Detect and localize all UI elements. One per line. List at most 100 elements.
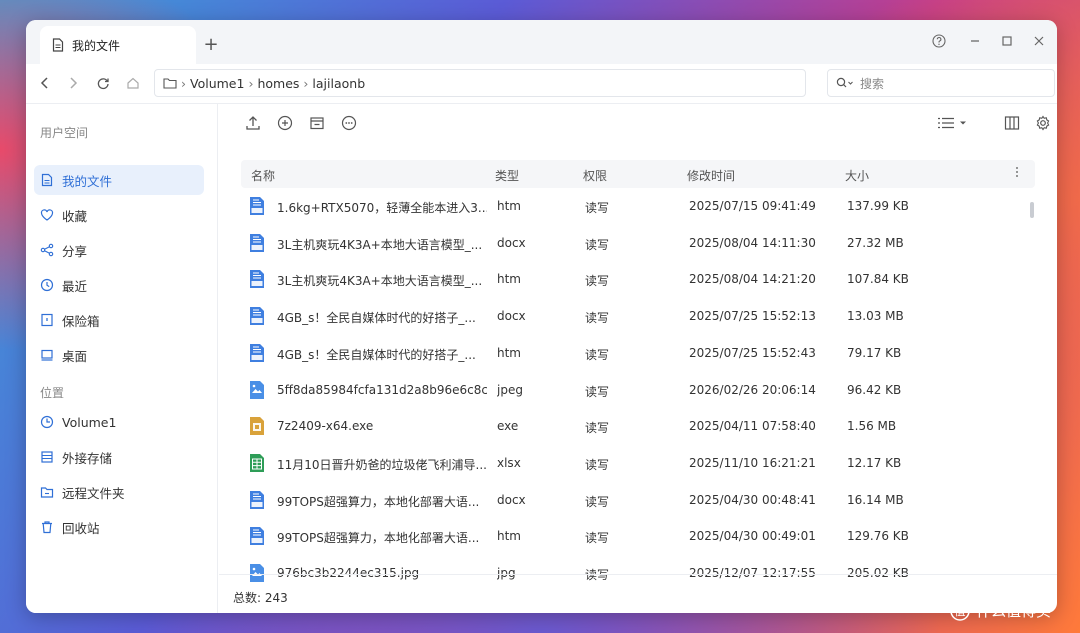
sidebar-item-recent[interactable]: 最近 — [34, 270, 204, 300]
sidebar-item-label: 分享 — [62, 243, 88, 259]
file-modified: 2025/04/30 00:48:41 — [689, 492, 816, 507]
column-header-type[interactable]: 类型 — [495, 167, 519, 184]
file-manager-window: 我的文件 + › Volume1 › homes › lajilaonb 搜索 … — [26, 20, 1057, 613]
table-row[interactable]: 99TOPS超强算力，本地化部署大语... docx 读写 2025/04/30 00… — [241, 482, 1035, 519]
watermark-text: 什么值得买 — [976, 602, 1052, 620]
column-header-modified[interactable]: 修改时间 — [687, 167, 735, 184]
file-name[interactable]: 3L主机爽玩4K3A+本地大语言模型_... — [277, 272, 487, 289]
minimize-button[interactable] — [964, 30, 986, 52]
new-folder-button[interactable] — [306, 112, 328, 134]
xlsx-file-icon — [249, 453, 265, 473]
upload-icon — [246, 116, 260, 130]
share-icon — [40, 243, 54, 257]
plus-circle-icon — [277, 115, 293, 131]
table-row[interactable]: 11月10日晋升奶爸的垃圾佬飞利浦导... xlsx 读写 2025/11/10 16… — [241, 445, 1035, 482]
file-type: exe — [497, 419, 519, 434]
htm-file-icon — [249, 526, 265, 546]
file-modified: 2025/08/04 14:11:30 — [689, 235, 816, 250]
file-size: 96.42 KB — [847, 382, 902, 397]
column-header-name[interactable]: 名称 — [251, 167, 275, 184]
sidebar-item-desktop[interactable]: 桌面 — [34, 340, 204, 370]
forward-button[interactable] — [62, 72, 84, 94]
file-name[interactable]: 5ff8da85984fcfa131d2a8b96e6c8c9... — [277, 383, 487, 397]
file-permission: 读写 — [585, 494, 610, 509]
file-name[interactable]: 7z2409-x64.exe — [277, 419, 487, 433]
scrollbar-thumb[interactable] — [1030, 202, 1034, 218]
file-permission: 读写 — [585, 531, 610, 546]
file-name[interactable]: 4GB_s！全民自媒体时代的好搭子_... — [277, 309, 487, 326]
columns-button[interactable] — [1001, 112, 1023, 134]
table-row[interactable]: 5ff8da85984fcfa131d2a8b96e6c8c9... jpeg 读写… — [241, 372, 1035, 409]
new-button[interactable] — [274, 112, 296, 134]
table-row[interactable]: 3L主机爽玩4K3A+本地大语言模型_... docx 读写 2025/08/04 1… — [241, 225, 1035, 262]
status-bar: 总数: 243 — [219, 574, 1057, 613]
file-modified: 2026/02/26 20:06:14 — [689, 382, 816, 397]
smzdm-logo-icon: 值 — [950, 600, 970, 621]
breadcrumb[interactable]: › Volume1 › homes › lajilaonb — [154, 69, 806, 97]
file-modified: 2025/07/25 15:52:43 — [689, 345, 816, 360]
file-type: jpeg — [497, 382, 523, 397]
sidebar: 用户空间 我的文件 收藏 分享 最近 保险箱 桌面 位置 Volume1 外接存… — [26, 104, 218, 613]
sidebar-item-volume1[interactable]: Volume1 — [34, 407, 204, 437]
file-modified: 2025/11/10 16:21:21 — [689, 455, 816, 470]
file-size: 137.99 KB — [847, 199, 909, 213]
table-row[interactable]: 4GB_s！全民自媒体时代的好搭子_... htm 读写 2025/07/25 15:… — [241, 335, 1035, 372]
new-tab-button[interactable]: + — [200, 33, 222, 55]
search-input[interactable]: 搜索 — [827, 69, 1055, 97]
file-permission: 读写 — [585, 237, 610, 252]
htm-file-icon — [249, 269, 265, 289]
file-type: htm — [497, 199, 521, 213]
sidebar-item-share[interactable]: 分享 — [34, 235, 204, 265]
help-icon[interactable] — [928, 30, 950, 52]
file-permission: 读写 — [585, 384, 610, 399]
breadcrumb-homes[interactable]: homes — [257, 76, 299, 91]
home-button[interactable] — [122, 72, 144, 94]
file-size: 12.17 KB — [847, 455, 902, 470]
sidebar-item-label: 收藏 — [62, 208, 88, 224]
table-row[interactable]: 4GB_s！全民自媒体时代的好搭子_... docx 读写 2025/07/25 15… — [241, 298, 1035, 335]
sidebar-item-label: Volume1 — [62, 414, 117, 430]
search-placeholder: 搜索 — [860, 76, 885, 91]
sidebar-item-trash[interactable]: 回收站 — [34, 512, 204, 542]
sidebar-item-label: 回收站 — [62, 520, 100, 536]
sidebar-item-safe[interactable]: 保险箱 — [34, 305, 204, 335]
file-modified: 2025/07/15 09:41:49 — [689, 199, 816, 213]
file-list-panel: 名称 类型 权限 修改时间 大小 1.6kg+RTX5070，轻薄全能本进入3.… — [219, 104, 1057, 613]
total-count: 总数: 243 — [233, 591, 288, 605]
table-row[interactable]: 7z2409-x64.exe exe 读写 2025/04/11 07:58:40 1.… — [241, 408, 1035, 445]
sidebar-item-favorites[interactable]: 收藏 — [34, 200, 204, 230]
file-name[interactable]: 1.6kg+RTX5070，轻薄全能本进入3... — [277, 199, 487, 216]
back-button[interactable] — [34, 72, 56, 94]
breadcrumb-lajilaonb[interactable]: lajilaonb — [312, 76, 365, 91]
navigation-bar: › Volume1 › homes › lajilaonb 搜索 — [26, 64, 1057, 104]
table-row[interactable]: 1.6kg+RTX5070，轻薄全能本进入3... htm 读写 2025/07/15… — [241, 188, 1035, 225]
file-name[interactable]: 99TOPS超强算力，本地化部署大语... — [277, 493, 487, 510]
column-menu-icon[interactable] — [1015, 164, 1019, 183]
exe-file-icon — [249, 416, 265, 436]
file-name[interactable]: 11月10日晋升奶爸的垃圾佬飞利浦导... — [277, 456, 487, 473]
tab-bar: 我的文件 + — [26, 20, 1057, 64]
settings-button[interactable] — [1032, 112, 1054, 134]
sidebar-item-remote-folder[interactable]: 远程文件夹 — [34, 477, 204, 507]
tab-my-files[interactable]: 我的文件 — [40, 26, 196, 64]
sidebar-item-my-files[interactable]: 我的文件 — [34, 165, 204, 195]
trash-icon — [42, 521, 52, 534]
table-row[interactable]: 3L主机爽玩4K3A+本地大语言模型_... htm 读写 2025/08/04 14… — [241, 261, 1035, 298]
clock-icon — [40, 278, 54, 292]
more-actions-button[interactable] — [338, 112, 360, 134]
column-header-permission[interactable]: 权限 — [583, 167, 607, 184]
file-name[interactable]: 4GB_s！全民自媒体时代的好搭子_... — [277, 346, 487, 363]
file-name[interactable]: 3L主机爽玩4K3A+本地大语言模型_... — [277, 236, 487, 253]
column-header-size[interactable]: 大小 — [845, 167, 869, 184]
upload-button[interactable] — [242, 112, 264, 134]
table-row[interactable]: 99TOPS超强算力，本地化部署大语... htm 读写 2025/04/30 00:… — [241, 518, 1035, 555]
refresh-button[interactable] — [92, 72, 114, 94]
columns-icon — [1004, 116, 1020, 130]
maximize-button[interactable] — [996, 30, 1018, 52]
sidebar-item-external-storage[interactable]: 外接存储 — [34, 442, 204, 472]
file-name[interactable]: 99TOPS超强算力，本地化部署大语... — [277, 529, 487, 546]
view-mode-button[interactable] — [935, 112, 969, 134]
file-permission: 读写 — [585, 274, 610, 289]
close-button[interactable] — [1028, 30, 1050, 52]
breadcrumb-volume1[interactable]: Volume1 — [190, 76, 244, 91]
